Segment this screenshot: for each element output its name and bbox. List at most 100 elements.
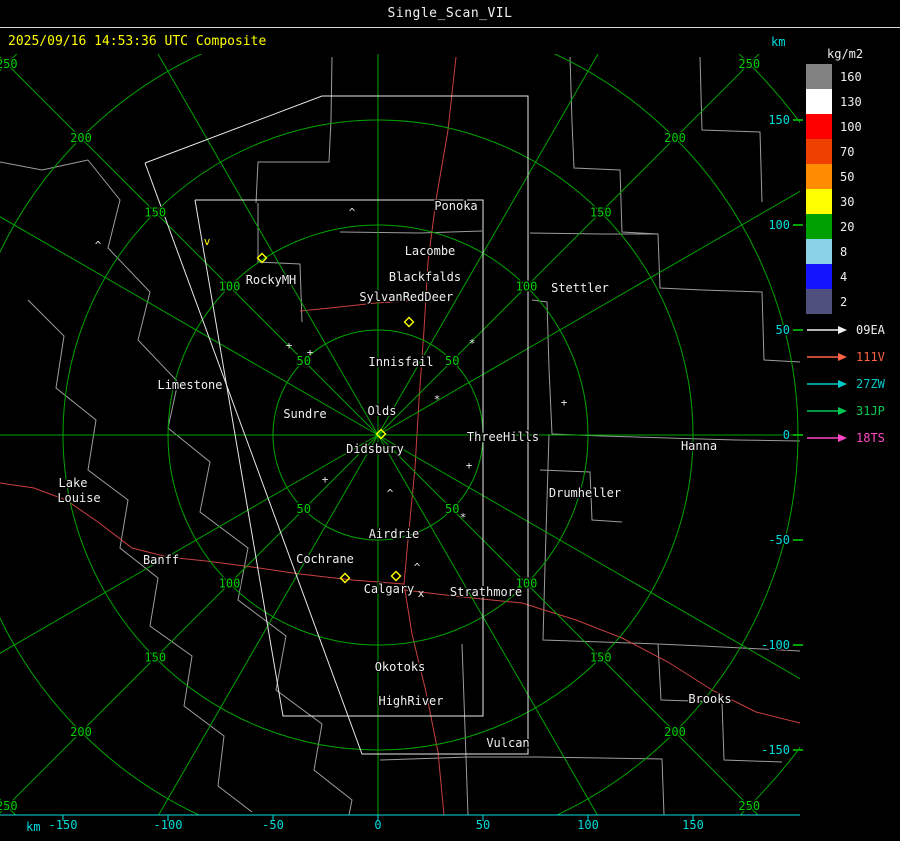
svg-text:ThreeHills: ThreeHills: [467, 430, 539, 444]
svg-text:150: 150: [590, 651, 612, 665]
track-id-label: 111V: [856, 349, 885, 364]
svg-text:*: *: [469, 337, 476, 350]
obs-symbols: ^ ^ v * + + * + + + * ^ ^ x: [95, 206, 568, 600]
svg-text:+: +: [561, 396, 568, 409]
scale-swatch: [806, 89, 832, 114]
svg-text:-100: -100: [154, 818, 183, 832]
scale-row: 8: [806, 239, 862, 264]
map-layers: 50 50 50 50 100 100 100 100 150 150 150 150 200 200 20…: [0, 54, 800, 815]
scale-row: 50: [806, 164, 862, 189]
track-arrow-icon: [807, 433, 847, 442]
track-arrow-icon: [807, 325, 847, 334]
svg-text:^: ^: [414, 561, 421, 574]
scale-row: 130: [806, 89, 862, 114]
svg-text:0: 0: [783, 428, 790, 442]
svg-text:50: 50: [776, 323, 790, 337]
track-arrow-icon: [807, 406, 847, 415]
scale-row: 160: [806, 64, 862, 89]
radar-map[interactable]: 50 5050 50100 100100 100150 150150 150200 20020…: [0, 0, 900, 841]
scale-row: 30: [806, 189, 862, 214]
scale-row: 4: [806, 264, 862, 289]
svg-text:+: +: [286, 339, 293, 352]
scale-value: 100: [840, 119, 862, 134]
scale-row: 100: [806, 114, 862, 139]
svg-text:*: *: [434, 393, 441, 406]
svg-text:0: 0: [374, 818, 381, 832]
scale-swatch: [806, 289, 832, 314]
radar-window: Single_Scan_VIL 2025/09/16 14:53:36 UTC …: [0, 0, 900, 841]
track-row: 31JP: [806, 397, 885, 424]
svg-text:Airdrie: Airdrie: [369, 527, 420, 541]
scale-value: 20: [840, 219, 855, 234]
svg-text:-150: -150: [761, 743, 790, 757]
scale-value: 2: [840, 294, 848, 309]
svg-text:50: 50: [445, 502, 459, 516]
svg-text:*: *: [460, 511, 467, 524]
svg-text:Stettler: Stettler: [551, 281, 609, 295]
radial-lines: [0, 54, 800, 815]
track-id-label: 09EA: [856, 322, 885, 337]
svg-text:x: x: [418, 587, 425, 600]
svg-text:Drumheller: Drumheller: [549, 486, 621, 500]
color-scale-legend: 160 130 100 70 50 30 20 8 4 2: [806, 64, 862, 314]
svg-text:100: 100: [516, 280, 538, 294]
scale-swatch: [806, 264, 832, 289]
svg-text:50: 50: [445, 354, 459, 368]
scale-row: 20: [806, 214, 862, 239]
track-row: 111V: [806, 343, 885, 370]
scale-value: 130: [840, 94, 862, 109]
svg-text:150: 150: [590, 205, 612, 219]
svg-text:Didsbury: Didsbury: [346, 442, 404, 456]
scale-row: 70: [806, 139, 862, 164]
scale-swatch: [806, 239, 832, 264]
svg-text:250: 250: [738, 57, 760, 71]
track-row: 27ZW: [806, 370, 885, 397]
svg-text:-150: -150: [49, 818, 78, 832]
track-id-label: 31JP: [856, 403, 885, 418]
svg-text:+: +: [322, 473, 329, 486]
svg-text:Lacombe: Lacombe: [405, 244, 456, 258]
scale-value: 50: [840, 169, 855, 184]
svg-text:-50: -50: [768, 533, 790, 547]
track-legend: 09EA 111V 27ZW 31JP 18TS: [806, 316, 885, 451]
svg-text:+: +: [307, 346, 314, 359]
scale-row: 2: [806, 289, 862, 314]
svg-text:100: 100: [577, 818, 599, 832]
svg-text:^: ^: [387, 487, 394, 500]
scale-swatch: [806, 164, 832, 189]
svg-text:^: ^: [349, 206, 356, 219]
svg-text:Blackfalds: Blackfalds: [389, 270, 461, 284]
svg-text:Cochrane: Cochrane: [296, 552, 354, 566]
scale-value: 4: [840, 269, 848, 284]
scale-swatch: [806, 114, 832, 139]
svg-text:Brooks: Brooks: [688, 692, 731, 706]
svg-text:100: 100: [219, 280, 241, 294]
scale-value: 30: [840, 194, 855, 209]
svg-text:Limestone: Limestone: [157, 378, 222, 392]
svg-text:150: 150: [768, 113, 790, 127]
svg-text:^: ^: [95, 239, 102, 252]
svg-text:Sundre: Sundre: [283, 407, 326, 421]
scale-value: 70: [840, 144, 855, 159]
svg-text:250: 250: [738, 799, 760, 813]
svg-text:Okotoks: Okotoks: [375, 660, 426, 674]
track-id-label: 18TS: [856, 430, 885, 445]
svg-text:HighRiver: HighRiver: [378, 694, 443, 708]
bottom-axis: -150 -100 -50 0 50 100 150: [0, 814, 800, 832]
svg-text:v: v: [204, 235, 211, 248]
svg-text:Louise: Louise: [57, 491, 100, 505]
scan-boundaries: [144, 95, 529, 755]
svg-text:Sylvan: Sylvan: [359, 290, 402, 304]
track-id-label: 27ZW: [856, 376, 885, 391]
svg-text:Vulcan: Vulcan: [486, 736, 529, 750]
scale-swatch: [806, 64, 832, 89]
scale-swatch: [806, 214, 832, 239]
legend-unit-label: kg/m2: [827, 47, 864, 61]
svg-text:Banff: Banff: [143, 553, 179, 567]
track-row: 18TS: [806, 424, 885, 451]
svg-text:RedDeer: RedDeer: [403, 290, 454, 304]
svg-text:50: 50: [476, 818, 490, 832]
svg-text:100: 100: [219, 576, 241, 590]
scale-value: 8: [840, 244, 848, 259]
svg-text:150: 150: [144, 651, 166, 665]
